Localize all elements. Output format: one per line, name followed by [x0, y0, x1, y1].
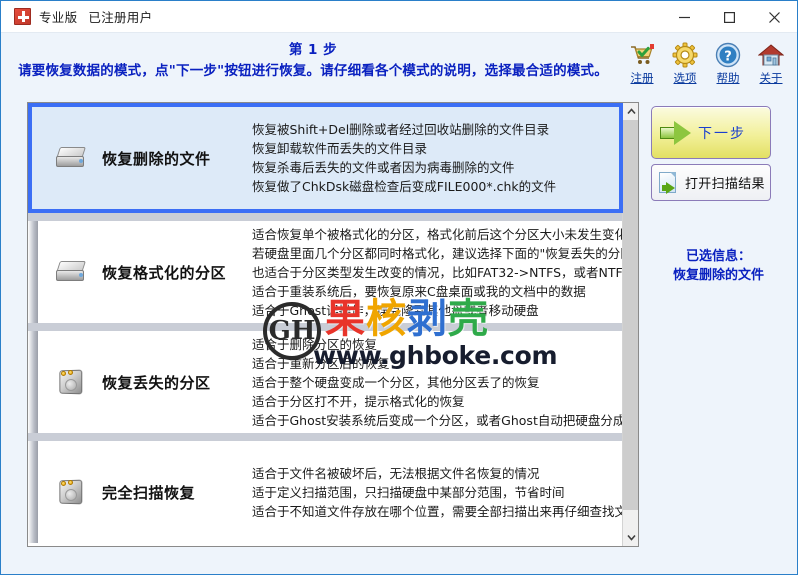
mode-item-full-scan-recovery[interactable]: 完全扫描恢复 适合于文件名被破坏后，无法根据文件名恢复的情况 适于定义扫描范围，… — [28, 433, 623, 543]
scrollbar-track[interactable] — [623, 120, 638, 529]
application-window: 专业版 已注册用户 第 1 步 请要恢复数据的模式，点"下一步"按钮进行恢复。请仔… — [0, 0, 798, 575]
mode-title: 恢复格式化的分区 — [102, 263, 227, 282]
toolbar-label-register: 注册 — [630, 71, 654, 85]
mode-title: 恢复丢失的分区 — [102, 373, 211, 392]
list-scrollbar[interactable] — [622, 103, 638, 546]
step-title: 第 1 步 — [288, 42, 338, 58]
mode-desc-line: 适合于重新分区后的恢复 — [252, 355, 390, 371]
mode-item-recover-lost-partition[interactable]: 恢复丢失的分区 适合于删除分区的恢复 适合于重新分区后的恢复 适合于整个硬盘变成… — [28, 323, 623, 433]
toolbar-label-help: 帮助 — [716, 71, 740, 85]
toolbar: 注册 选项 ? 帮助 关于 — [624, 41, 789, 86]
help-question-icon: ? — [715, 41, 741, 69]
recovery-mode-list: 恢复删除的文件 恢复被Shift+Del删除或者经过回收站删除的文件目录 恢复卸… — [27, 102, 639, 547]
house-icon — [758, 41, 784, 69]
mode-left-edge — [28, 331, 38, 433]
app-cross-icon — [14, 8, 31, 25]
mode-desc-line: 适合于Ghost误操作，误克隆到其他盘或者移动硬盘 — [252, 302, 539, 318]
mode-left-edge — [28, 221, 38, 323]
mode-item-recover-deleted-files[interactable]: 恢复删除的文件 恢复被Shift+Del删除或者经过回收站删除的文件目录 恢复卸… — [28, 103, 623, 213]
mode-desc-line: 适合于不知道文件存放在哪个位置，需要全部扫描出来再仔细查找文件 — [252, 503, 623, 519]
mode-desc-line: 适合于文件名被破坏后，无法根据文件名恢复的情况 — [252, 465, 540, 481]
mode-description: 适合于删除分区的恢复 适合于重新分区后的恢复 适合于整个硬盘变成一个分区，其他分… — [252, 335, 623, 430]
title-bar-left: 专业版 已注册用户 — [1, 7, 152, 26]
mode-desc-line: 适合恢复单个被格式化的分区，格式化前后这个分区大小未发生变化 — [252, 226, 623, 242]
gear-icon — [672, 41, 698, 69]
hard-disk-box-icon — [40, 369, 102, 395]
mode-description: 适合于文件名被破坏后，无法根据文件名恢复的情况 适于定义扫描范围，只扫描硬盘中某… — [252, 464, 623, 521]
mode-desc-line: 若硬盘里面几个分区都同时格式化，建议选择下面的"恢复丢失的分区" — [252, 245, 623, 261]
toolbar-item-register[interactable]: 注册 — [624, 41, 660, 86]
next-step-button[interactable]: 下一步 — [651, 106, 771, 159]
mode-desc-line: 恢复被Shift+Del删除或者经过回收站删除的文件目录 — [252, 122, 550, 137]
step-header: 第 1 步 请要恢复数据的模式，点"下一步"按钮进行恢复。请仔细看各个模式的说明… — [3, 34, 623, 91]
green-arrow-icon — [660, 119, 692, 146]
mode-title: 恢复删除的文件 — [102, 149, 211, 168]
mode-desc-line: 恢复做了ChkDsk磁盘检查后变成FILE000*.chk的文件 — [252, 179, 557, 194]
mode-desc-line: 恢复杀毒后丢失的文件或者因为病毒删除的文件 — [252, 160, 515, 175]
minimize-button[interactable] — [662, 1, 707, 33]
toolbar-label-options: 选项 — [673, 71, 697, 85]
svg-text:?: ? — [724, 50, 732, 65]
mode-desc-line: 适合于删除分区的恢复 — [252, 336, 378, 352]
toolbar-item-help[interactable]: ? 帮助 — [710, 41, 746, 86]
mode-item-recover-formatted-partition[interactable]: 恢复格式化的分区 适合恢复单个被格式化的分区，格式化前后这个分区大小未发生变化 … — [28, 213, 623, 323]
hard-disk-flat-icon — [40, 147, 102, 169]
maximize-button[interactable] — [707, 1, 752, 33]
mode-desc-line: 适于定义扫描范围，只扫描硬盘中某部分范围，节省时间 — [252, 484, 565, 500]
selected-info-caption: 已选信息： — [685, 249, 751, 264]
mode-left-edge — [28, 441, 38, 543]
next-step-label: 下一步 — [698, 125, 746, 142]
document-arrow-icon — [659, 171, 681, 195]
mode-desc-line: 适合于重装系统后，要恢复原来C盘桌面或我的文档中的数据 — [252, 283, 586, 299]
mode-desc-line: 适合于Ghost安装系统后变成一个分区，或者Ghost自动把硬盘分成几个分区 — [252, 412, 623, 428]
window-controls — [662, 1, 797, 33]
step-instruction: 请要恢复数据的模式，点"下一步"按钮进行恢复。请仔细看各个模式的说明，选择最合适… — [18, 63, 608, 79]
toolbar-label-about: 关于 — [759, 71, 783, 85]
title-bar: 专业版 已注册用户 — [1, 1, 797, 33]
open-scan-results-button[interactable]: 打开扫描结果 — [651, 164, 771, 201]
hard-disk-flat-icon — [40, 261, 102, 283]
license-label: 已注册用户 — [88, 10, 153, 25]
toolbar-item-options[interactable]: 选项 — [667, 41, 703, 86]
mode-desc-line: 适合于分区打不开，提示格式化的恢复 — [252, 393, 465, 409]
recovery-mode-list-inner: 恢复删除的文件 恢复被Shift+Del删除或者经过回收站删除的文件目录 恢复卸… — [28, 103, 623, 546]
toolbar-item-about[interactable]: 关于 — [753, 41, 789, 86]
shopping-cart-icon — [629, 41, 655, 69]
selected-info-value: 恢复删除的文件 — [672, 268, 764, 283]
edition-label: 专业版 — [39, 10, 78, 25]
open-scan-results-label: 打开扫描结果 — [685, 177, 765, 192]
mode-desc-line: 适合于整个硬盘变成一个分区，其他分区丢了的恢复 — [252, 374, 540, 390]
mode-description: 恢复被Shift+Del删除或者经过回收站删除的文件目录 恢复卸载软件而丢失的文… — [252, 120, 623, 196]
scroll-up-button[interactable] — [623, 103, 638, 120]
close-button[interactable] — [752, 1, 797, 33]
window-title: 专业版 已注册用户 — [39, 7, 152, 26]
mode-desc-line: 也适合于分区类型发生改变的情况，比如FAT32->NTFS，或者NTFS->FA… — [252, 264, 623, 280]
mode-desc-line: 恢复卸载软件而丢失的文件目录 — [252, 141, 428, 156]
scrollbar-thumb[interactable] — [623, 120, 638, 510]
scroll-down-button[interactable] — [623, 529, 638, 546]
selected-info-panel: 已选信息： 恢复删除的文件 — [646, 247, 791, 285]
hard-disk-box-icon — [40, 479, 102, 505]
mode-description: 适合恢复单个被格式化的分区，格式化前后这个分区大小未发生变化 若硬盘里面几个分区… — [252, 225, 623, 320]
mode-title: 完全扫描恢复 — [102, 483, 196, 502]
